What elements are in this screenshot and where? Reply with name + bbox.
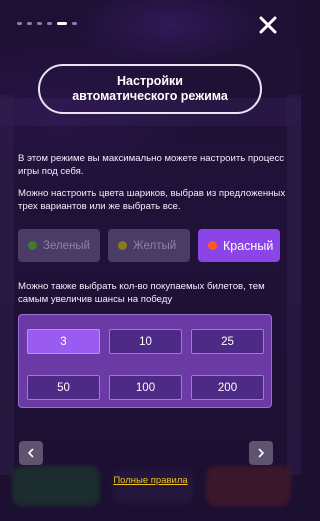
color-selector: Зеленый Желтый Красный <box>18 229 280 262</box>
ticket-option-10[interactable]: 10 <box>109 329 182 354</box>
pagination-dot-active[interactable] <box>57 22 67 25</box>
color-option-label: Желтый <box>133 239 177 252</box>
color-option-label: Красный <box>223 238 274 253</box>
yellow-dot-icon <box>118 241 127 250</box>
ticket-option-50[interactable]: 50 <box>27 375 100 400</box>
pagination-dot[interactable] <box>47 22 52 25</box>
previous-button[interactable] <box>19 441 43 465</box>
pagination-dot[interactable] <box>17 22 22 25</box>
description-colors: Можно настроить цвета шариков, выбрав из… <box>18 188 286 212</box>
description-tickets: Можно также выбрать кол-во покупаемых би… <box>18 281 265 305</box>
color-option-red[interactable]: Красный <box>198 229 280 262</box>
close-button[interactable] <box>257 13 279 37</box>
ticket-option-3[interactable]: 3 <box>27 329 100 354</box>
pagination-dot[interactable] <box>37 22 42 25</box>
pagination-dot[interactable] <box>72 22 77 25</box>
color-option-yellow[interactable]: Желтый <box>108 229 190 262</box>
ticket-count-selector: 3 10 25 50 100 200 <box>18 314 272 408</box>
description-intro: В этом режиме вы максимально можете наст… <box>18 153 285 177</box>
ticket-option-25[interactable]: 25 <box>191 329 264 354</box>
pagination-dot[interactable] <box>27 22 32 25</box>
color-option-green[interactable]: Зеленый <box>18 229 100 262</box>
pagination-dots <box>17 22 77 25</box>
ticket-option-200[interactable]: 200 <box>191 375 264 400</box>
chevron-left-icon <box>28 448 34 458</box>
close-icon <box>259 16 277 34</box>
page-title: Настройки автоматического режима <box>38 64 262 114</box>
title-line-2: автоматического режима <box>72 89 228 103</box>
chevron-right-icon <box>258 448 264 458</box>
full-rules-link[interactable]: Полные правила <box>0 475 301 486</box>
red-dot-icon <box>208 241 217 250</box>
title-line-1: Настройки <box>117 74 183 88</box>
ticket-option-100[interactable]: 100 <box>109 375 182 400</box>
green-dot-icon <box>28 241 37 250</box>
next-button[interactable] <box>249 441 273 465</box>
color-option-label: Зеленый <box>43 239 91 252</box>
